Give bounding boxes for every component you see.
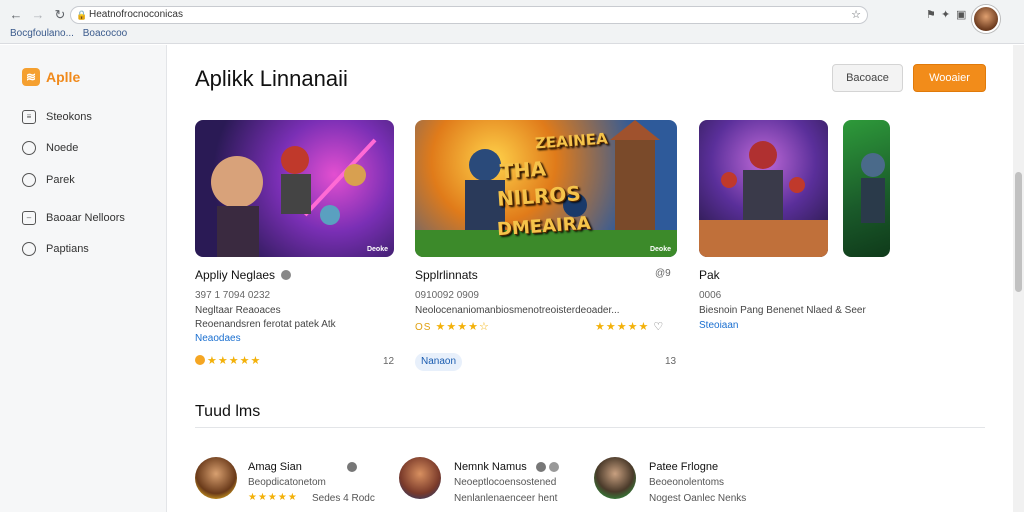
card-title-text: Appliy Neglaes: [195, 268, 276, 282]
card-meta: 397 1 7094 0232: [195, 290, 271, 301]
review-link[interactable]: Sedes 4 Rodc: [312, 493, 375, 504]
lock-icon: 🔒: [76, 10, 88, 20]
reviewer-name[interactable]: Amag Sian: [248, 461, 302, 473]
puzzle-icon[interactable]: ✦: [941, 8, 950, 21]
rating-label: OS: [415, 322, 432, 333]
folder-icon: –: [22, 211, 36, 225]
tag-pill[interactable]: Nanaon: [415, 353, 463, 371]
game-thumbnail-4[interactable]: [843, 120, 890, 257]
card-badge: Deoke: [649, 246, 671, 253]
card-meta: 0910092 0909: [415, 290, 479, 301]
card-title[interactable]: Spplrlinnats: [415, 268, 478, 282]
avatar[interactable]: [399, 457, 441, 499]
review-link[interactable]: Nogest Oanlec Nenks: [649, 493, 746, 504]
card-count: 12: [383, 356, 395, 367]
reload-icon[interactable]: ↻: [52, 7, 68, 23]
card-link[interactable]: Neaodaes: [195, 333, 241, 344]
game-thumbnail-3[interactable]: [699, 120, 828, 257]
bookmark-item[interactable]: Bocgfoulano...: [10, 28, 74, 39]
game-art: [211, 138, 377, 257]
card-badge: Deoke: [366, 246, 388, 253]
page-title: Aplikk Linnanaii: [195, 66, 348, 91]
primary-button[interactable]: Wooaier: [913, 64, 986, 92]
profile-avatar[interactable]: [972, 5, 1000, 33]
scrollbar-thumb[interactable]: [1015, 172, 1022, 292]
back-icon[interactable]: ←: [8, 7, 24, 23]
info-icon[interactable]: [536, 462, 546, 472]
rating-stars: ★★★★★ ♡: [595, 321, 665, 333]
game-thumbnail-2[interactable]: ZEAINEA THA NILROS DMEAIRA Deoke: [415, 120, 677, 257]
rating-stars: ★★★★★: [195, 354, 261, 367]
book-icon: ≡: [22, 110, 36, 124]
globe-icon: [22, 242, 36, 256]
sidebar-item-label: Paptians: [46, 243, 89, 255]
sidebar-item-steokons[interactable]: ≡ Steokons: [22, 110, 92, 124]
card-title[interactable]: Appliy Neglaes: [195, 268, 292, 282]
app-logo-icon: ≋: [22, 68, 40, 86]
address-bar[interactable]: 🔒 Heatnofrocnoconicas ☆: [70, 6, 868, 24]
secondary-button[interactable]: Bacoace: [832, 64, 903, 92]
sidebar-item-label: Noede: [46, 142, 79, 154]
sidebar-item-label: Parek: [46, 174, 75, 186]
card-meta: 0006: [699, 290, 722, 301]
forward-icon[interactable]: →: [30, 7, 46, 23]
reviewer-name[interactable]: Nemnk Namus: [454, 461, 527, 473]
rating-stars: OS ★★★★☆: [415, 321, 490, 333]
brand[interactable]: ≋ Aplle: [22, 68, 80, 86]
review-link[interactable]: Nenlanlenaenceer hent: [454, 493, 557, 504]
sidebar-item-label: Steokons: [46, 111, 92, 123]
extension-icon[interactable]: ⚑: [926, 8, 936, 21]
avatar[interactable]: [594, 457, 636, 499]
circle-icon: [22, 141, 36, 155]
avatar[interactable]: [195, 457, 237, 499]
browser-toolbar: ← → ↻ 🔒 Heatnofrocnoconicas ☆ ⚑ ✦ ▣ Bocg…: [0, 0, 1024, 44]
url-text: Heatnofrocnoconicas: [89, 9, 183, 20]
game-thumbnail-1[interactable]: Deoke: [195, 120, 394, 257]
sidebar-item-noede[interactable]: Noede: [22, 141, 78, 155]
info-icon[interactable]: [347, 462, 357, 472]
brand-name: Aplle: [46, 69, 81, 85]
review-text: Neoeptlocoensostened: [454, 477, 557, 488]
review-text: Beoeonolentoms: [649, 477, 725, 488]
bookmark-item[interactable]: Boacocoo: [83, 28, 127, 39]
settings-icon[interactable]: [549, 462, 559, 472]
game-art: [699, 141, 828, 257]
review-text: Beopdicatonetom: [248, 477, 326, 488]
sidebar-item-paptians[interactable]: Paptians: [22, 242, 89, 256]
reviewer-name[interactable]: Patee Frlogne: [649, 461, 718, 473]
card-link[interactable]: Steoiaan: [699, 320, 738, 331]
section-title: Tuud lms: [195, 403, 261, 420]
info-icon[interactable]: [281, 270, 292, 280]
search-icon: [22, 173, 36, 187]
account-icon[interactable]: ▣: [956, 8, 966, 21]
sidebar-item-baoaar[interactable]: – Baoaar Nelloors: [22, 211, 125, 225]
rating-stars: ★★★★★: [248, 492, 298, 503]
card-description: Neolocenaniomanbiosmenotreoisterdeoader.…: [415, 305, 620, 316]
divider: [195, 427, 985, 428]
card-description: Reoenandsren ferotat patek Atk: [195, 319, 336, 330]
game-logo-text: THA: [499, 156, 547, 184]
card-meta-right: @9: [655, 268, 671, 279]
bookmarks-bar: Bocgfoulano... Boacocoo: [10, 28, 133, 40]
game-art: [861, 153, 885, 223]
sidebar-item-parek[interactable]: Parek: [22, 173, 75, 187]
card-description: Biesnoin Pang Benenet Nlaed & Seer: [699, 305, 866, 316]
card-title[interactable]: Pak: [699, 268, 720, 282]
card-count: 13: [665, 356, 677, 367]
card-description: Negltaar Reaoaces: [195, 305, 281, 316]
sidebar-item-label: Baoaar Nelloors: [46, 212, 125, 224]
bookmark-star-icon[interactable]: ☆: [851, 7, 861, 23]
